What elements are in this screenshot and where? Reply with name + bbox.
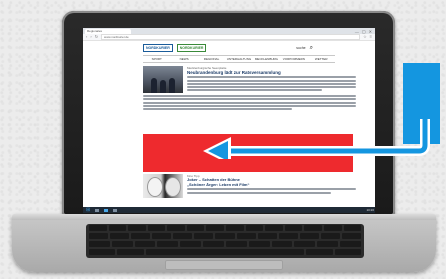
keyboard: [86, 224, 364, 258]
article-subheadline: „Schöner Ärger: Leben mit Film“: [187, 181, 250, 187]
address-bar: ‹ › ↻ www.nordkurier.de ☆ ≡: [83, 34, 375, 41]
article-card[interactable]: Mecklenburgische Seenplatte Neubrandenbu…: [143, 66, 356, 93]
maximize-icon[interactable]: ▢: [362, 29, 366, 34]
taskbar-app-icon[interactable]: [104, 208, 109, 212]
nav-item[interactable]: NEWS: [170, 56, 197, 62]
window-controls: — ▢ ✕: [355, 29, 375, 34]
article-teaser: [187, 188, 356, 194]
article-list: Mecklenburgische Seenplatte Neubrandenbu…: [143, 66, 356, 111]
nav-item[interactable]: MECKLENBURG: [253, 56, 280, 62]
close-icon[interactable]: ✕: [369, 29, 372, 34]
trackpad: [165, 260, 283, 270]
taskbar-app-icon[interactable]: [113, 208, 118, 212]
browser-tab[interactable]: Regionales: [85, 28, 131, 34]
search-label[interactable]: suche: [296, 46, 305, 50]
nav-item[interactable]: VORPOMMERN: [280, 56, 307, 62]
nav-item[interactable]: UNTERHALTUNG: [225, 56, 252, 62]
brand-logo-secondary[interactable]: NORDKURIER: [176, 44, 207, 52]
article-headline[interactable]: Neubrandenburg lädt zur Ratsversammlung: [187, 70, 356, 75]
search-icon[interactable]: ⌕: [310, 45, 313, 52]
minimize-icon[interactable]: —: [355, 29, 359, 34]
url-input[interactable]: www.nordkurier.de: [101, 34, 361, 40]
site-nav: SPORT NEWS REGIONAL UNTERHALTUNG MECKLEN…: [143, 55, 335, 63]
reload-icon[interactable]: ↻: [95, 35, 98, 39]
nav-item[interactable]: REGIONAL: [198, 56, 225, 62]
back-icon[interactable]: ‹: [86, 35, 87, 39]
star-icon[interactable]: ☆: [363, 35, 367, 39]
taskbar-clock: 10:20: [366, 208, 374, 212]
site-header: NORDKURIER NORDKURIER suche ⌕: [83, 41, 375, 55]
brand-logo[interactable]: NORDKURIER: [143, 44, 173, 52]
nav-item[interactable]: WETTER: [308, 56, 335, 62]
article-thumbnail[interactable]: [143, 66, 183, 93]
nav-item[interactable]: SPORT: [143, 56, 170, 62]
taskbar-app-icon[interactable]: [95, 208, 100, 212]
article-card[interactable]: Kino Tipp Joker – Schatten der Bühne „Sc…: [143, 174, 356, 198]
article-body-text: [143, 95, 356, 111]
article-teaser: [187, 76, 356, 92]
article-thumbnail[interactable]: [143, 174, 183, 198]
laptop-hinge: [12, 214, 436, 220]
forward-icon[interactable]: ›: [90, 35, 91, 39]
taskbar: ⊞ 10:20: [83, 207, 375, 213]
menu-icon[interactable]: ≡: [370, 35, 372, 39]
header-tools: suche ⌕: [296, 45, 313, 52]
left-arrow-icon: [203, 119, 430, 159]
windows-start-icon[interactable]: ⊞: [86, 207, 90, 213]
